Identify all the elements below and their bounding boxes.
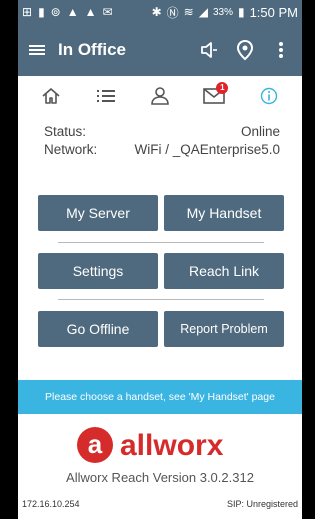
network-label: Network: <box>44 142 98 157</box>
home-icon <box>42 88 60 104</box>
battery-icon: ▮ <box>237 5 245 19</box>
app-bar: In Office <box>18 24 302 76</box>
battery-percent: 33% <box>212 6 233 18</box>
menu-icon[interactable] <box>18 24 56 76</box>
tab-home[interactable] <box>33 78 69 114</box>
notification-icon: ▮ <box>38 5 45 19</box>
svg-text:allworx: allworx <box>120 429 224 462</box>
allworx-logo: a allworx <box>18 424 302 466</box>
reach-link-button[interactable]: Reach Link <box>164 253 284 289</box>
status-info: Status: Online Network: WiFi / _QAEnterp… <box>44 124 280 160</box>
status-bar: ⊞ ▮ ⊚ ▲ ▲ ✉ ✱ Ⓝ ≋ ◢ 33% ▮ 1:50 PM <box>18 0 302 24</box>
phone-frame: ⊞ ▮ ⊚ ▲ ▲ ✉ ✱ Ⓝ ≋ ◢ 33% ▮ 1:50 PM In Off… <box>0 0 315 519</box>
overflow-menu-icon[interactable] <box>266 35 296 65</box>
go-offline-button[interactable]: Go Offline <box>38 311 158 347</box>
settings-notification-icon: ⊚ <box>50 5 61 19</box>
footer: 172.16.10.254 SIP: Unregistered <box>22 499 298 509</box>
sip-status: SIP: Unregistered <box>226 499 298 509</box>
nfc-icon: Ⓝ <box>166 5 179 20</box>
location-pin-icon[interactable] <box>230 35 260 65</box>
bluetooth-icon: ✱ <box>151 5 162 19</box>
network-value: WiFi / _QAEnterprise5.0 <box>134 142 280 157</box>
report-problem-button[interactable]: Report Problem <box>164 311 284 347</box>
my-handset-button[interactable]: My Handset <box>164 195 284 231</box>
person-icon <box>151 87 169 105</box>
mail-notification-icon: ✉ <box>102 5 113 19</box>
tab-list[interactable] <box>88 78 124 114</box>
add-icon: ⊞ <box>22 5 33 19</box>
tab-contacts[interactable] <box>142 78 178 114</box>
list-icon <box>96 90 115 102</box>
tab-messages[interactable]: 1 <box>196 78 232 114</box>
ip-address: 172.16.10.254 <box>22 499 80 509</box>
divider <box>58 299 264 300</box>
app-screen: ⊞ ▮ ⊚ ▲ ▲ ✉ ✱ Ⓝ ≋ ◢ 33% ▮ 1:50 PM In Off… <box>18 0 302 519</box>
status-row: Status: Online <box>44 124 280 142</box>
button-row-1: My Server My Handset <box>38 195 284 231</box>
handset-prompt-banner[interactable]: Please choose a handset, see 'My Handset… <box>18 380 302 414</box>
tab-info[interactable] <box>251 78 287 114</box>
button-row-2: Settings Reach Link <box>38 253 284 289</box>
version-text: Allworx Reach Version 3.0.2.312 <box>66 470 254 485</box>
status-value: Online <box>240 124 280 139</box>
wifi-icon: ≋ <box>183 5 194 19</box>
icon-tab-row: 1 <box>18 76 302 116</box>
my-server-button[interactable]: My Server <box>38 195 158 231</box>
page-title: In Office <box>58 40 127 59</box>
warning-icon: ▲ <box>66 5 79 19</box>
messages-badge: 1 <box>216 82 229 94</box>
warning-icon: ▲ <box>84 5 97 19</box>
button-row-3: Go Offline Report Problem <box>38 311 284 347</box>
network-row: Network: WiFi / _QAEnterprise5.0 <box>44 142 280 160</box>
divider <box>58 242 264 243</box>
clock: 1:50 PM <box>249 4 298 20</box>
settings-button[interactable]: Settings <box>38 253 158 289</box>
signal-icon: ◢ <box>198 5 208 19</box>
speaker-icon[interactable] <box>194 35 224 65</box>
status-label: Status: <box>44 124 87 139</box>
info-icon <box>260 87 277 105</box>
svg-text:a: a <box>88 429 103 459</box>
